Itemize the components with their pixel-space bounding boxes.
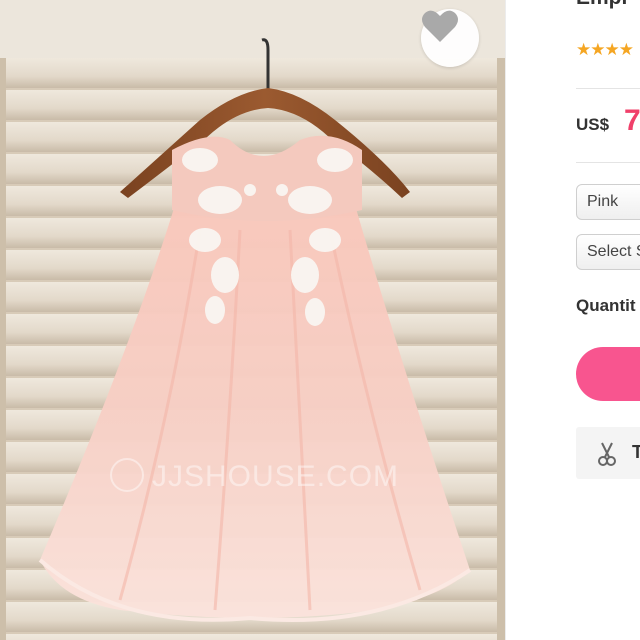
- tool-button[interactable]: T: [576, 427, 640, 479]
- tool-label: T: [632, 442, 640, 462]
- watermark: JJSHOUSE.COM: [110, 458, 399, 494]
- dress-photo: [0, 0, 505, 640]
- size-select[interactable]: Select S: [576, 234, 640, 270]
- price-value: 7: [624, 104, 640, 137]
- favorite-button[interactable]: [421, 9, 479, 67]
- product-image[interactable]: JJSHOUSE.COM: [0, 0, 505, 640]
- color-select[interactable]: Pink: [576, 184, 640, 220]
- add-to-cart-button[interactable]: [576, 347, 640, 401]
- rating-stars: ★★★★: [576, 40, 634, 59]
- scissors-icon: [598, 442, 616, 466]
- divider: [576, 162, 640, 163]
- quantity-label: Quantit: [576, 296, 636, 315]
- product-title: Empi: [576, 0, 627, 10]
- price-currency: US$: [576, 115, 610, 134]
- product-info-panel: Empi ★★★★ US$ 7 Pink Select S Quantit T: [506, 0, 640, 640]
- divider: [576, 88, 640, 89]
- heart-icon: [422, 10, 458, 42]
